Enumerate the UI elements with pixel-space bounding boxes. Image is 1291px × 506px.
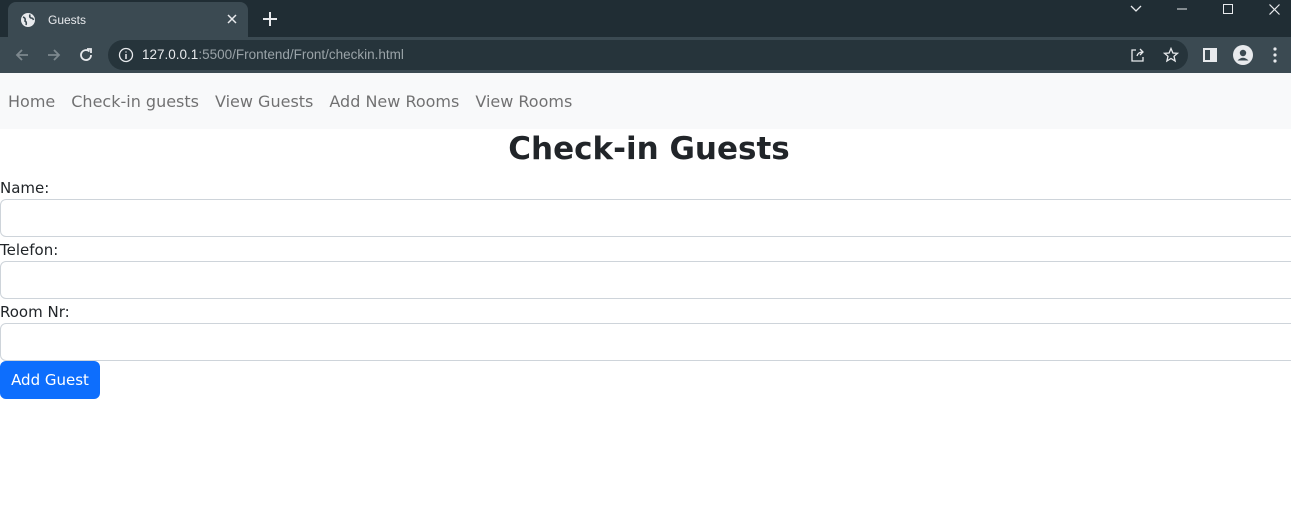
window-close-icon[interactable] <box>1264 0 1284 18</box>
browser-titlebar: Guests <box>0 0 1291 37</box>
room-label: Room Nr: <box>0 303 70 321</box>
site-navbar: Home Check-in guests View Guests Add New… <box>0 73 1291 129</box>
telefon-label: Telefon: <box>0 241 59 259</box>
share-icon[interactable] <box>1130 47 1146 63</box>
globe-icon <box>20 12 36 28</box>
browser-tab[interactable]: Guests <box>8 2 248 37</box>
back-arrow-icon[interactable] <box>12 45 32 65</box>
nav-link-view-guests[interactable]: View Guests <box>215 92 313 111</box>
name-label: Name: <box>0 179 50 197</box>
telefon-group: Telefon: <box>0 240 1291 302</box>
url-host: 127.0.0.1 <box>142 47 199 62</box>
side-panel-icon[interactable] <box>1200 45 1220 65</box>
info-icon[interactable] <box>118 47 134 63</box>
url-path: :5500/Frontend/Front/checkin.html <box>198 47 404 62</box>
minimize-icon[interactable] <box>1172 0 1192 18</box>
room-field[interactable] <box>0 323 1291 361</box>
star-icon[interactable] <box>1162 46 1180 63</box>
page-title: Check-in Guests <box>508 131 790 167</box>
nav-link-check-in-guests[interactable]: Check-in guests <box>71 92 199 111</box>
checkin-form: Name: Telefon: Room Nr: <box>0 178 1291 364</box>
add-guest-button[interactable]: Add Guest <box>0 361 100 399</box>
browser-toolbar: 127.0.0.1:5500/Frontend/Front/checkin.ht… <box>0 37 1291 73</box>
address-bar[interactable]: 127.0.0.1:5500/Frontend/Front/checkin.ht… <box>108 40 1188 70</box>
nav-link-view-rooms[interactable]: View Rooms <box>475 92 572 111</box>
name-field[interactable] <box>0 199 1291 237</box>
reload-icon[interactable] <box>76 45 96 65</box>
close-icon[interactable] <box>224 11 240 27</box>
nav-link-add-new-rooms[interactable]: Add New Rooms <box>329 92 459 111</box>
telefon-field[interactable] <box>0 261 1291 299</box>
name-group: Name: <box>0 178 1291 240</box>
profile-icon[interactable] <box>1233 45 1253 65</box>
maximize-icon[interactable] <box>1218 0 1238 18</box>
chevron-down-icon[interactable] <box>1126 0 1146 18</box>
forward-arrow-icon[interactable] <box>44 45 64 65</box>
plus-icon[interactable] <box>260 9 280 29</box>
tab-title: Guests <box>48 12 87 27</box>
room-group: Room Nr: <box>0 302 1291 364</box>
nav-link-home[interactable]: Home <box>8 92 55 111</box>
kebab-menu-icon[interactable] <box>1265 45 1285 65</box>
url-text: 127.0.0.1:5500/Frontend/Front/checkin.ht… <box>142 47 404 62</box>
